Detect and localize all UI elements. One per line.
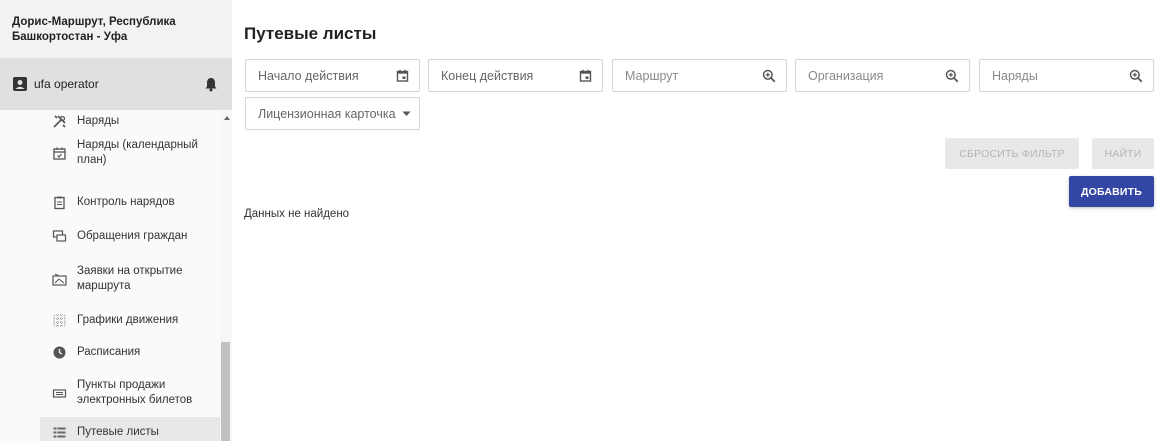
route-field[interactable]: Маршрут	[612, 59, 787, 92]
orders-field[interactable]: Наряды	[979, 59, 1154, 92]
zoom-in-icon[interactable]	[762, 69, 776, 83]
account-box-icon	[13, 77, 27, 91]
clock-icon	[52, 345, 67, 360]
organization-label: Организация	[808, 68, 884, 83]
sidebar: Дорис-Маршрут, Республика Башкортостан -…	[0, 0, 232, 441]
add-button[interactable]: ДОБАВИТЬ	[1069, 176, 1154, 207]
zoom-in-icon[interactable]	[1129, 69, 1143, 83]
sidebar-item-orders[interactable]: Наряды	[40, 110, 220, 132]
list-icon	[52, 425, 67, 440]
license-card-label: Лицензионная карточка	[258, 106, 396, 121]
sidebar-item-timetables[interactable]: Расписания	[40, 342, 220, 362]
user-bar[interactable]: ufa operator	[0, 58, 232, 110]
zoom-in-icon[interactable]	[945, 69, 959, 83]
user-name: ufa operator	[34, 77, 99, 91]
tools-icon	[52, 114, 67, 129]
sidebar-item-label: Пункты продажи электронных билетов	[77, 379, 193, 406]
start-date-field[interactable]: Начало действия	[245, 59, 420, 92]
organization-field[interactable]: Организация	[795, 59, 970, 92]
reset-filter-button[interactable]: СБРОСИТЬ ФИЛЬТР	[945, 138, 1079, 169]
page-title: Путевые листы	[244, 24, 377, 43]
sidebar-item-label: Заявки на открытие маршрута	[77, 265, 183, 292]
sidebar-item-label: Наряды	[77, 114, 120, 127]
sidebar-item-appeals[interactable]: Обращения граждан	[40, 226, 220, 246]
sidebar-item-label: Обращения граждан	[77, 229, 188, 242]
empty-state-text: Данных не найдено	[244, 208, 350, 220]
sidebar-item-label: Расписания	[77, 345, 141, 358]
sidebar-item-ticket-points[interactable]: Пункты продажи электронных билетов	[40, 376, 220, 410]
calendar-icon[interactable]	[395, 69, 409, 83]
sidebar-menu: Наряды Наряды (календарный план) Контрол…	[0, 110, 232, 441]
start-date-label: Начало действия	[258, 68, 359, 83]
find-button[interactable]: НАЙТИ	[1092, 138, 1154, 169]
ticket-icon	[52, 386, 67, 401]
chat-icon	[52, 229, 67, 244]
sidebar-item-orders-control[interactable]: Контроль нарядов	[40, 192, 220, 212]
end-date-label: Конец действия	[441, 68, 534, 83]
sidebar-item-label: Графики движения	[77, 313, 179, 326]
route-label: Маршрут	[625, 68, 679, 83]
calendar-check-icon	[52, 146, 67, 161]
sidebar-item-label: Путевые листы	[77, 425, 159, 438]
sidebar-item-waybills[interactable]: Путевые листы	[40, 417, 220, 441]
calendar-icon[interactable]	[578, 69, 592, 83]
caret-down-icon	[401, 107, 411, 121]
grid-icon	[52, 313, 67, 328]
sidebar-item-label: Наряды (календарный план)	[77, 139, 198, 166]
orders-label: Наряды	[992, 68, 1038, 83]
end-date-field[interactable]: Конец действия	[428, 59, 603, 92]
clipboard-icon	[52, 195, 67, 210]
sidebar-scroll-thumb[interactable]	[221, 342, 230, 441]
brand-title: Дорис-Маршрут, Республика Башкортостан -…	[0, 0, 232, 58]
license-card-select[interactable]: Лицензионная карточка	[245, 97, 420, 130]
scroll-up-arrow-icon[interactable]	[224, 116, 230, 120]
sidebar-item-orders-calendar[interactable]: Наряды (календарный план)	[40, 136, 220, 170]
sidebar-item-label: Контроль нарядов	[77, 195, 175, 208]
sidebar-item-schedules-grid[interactable]: Графики движения	[40, 310, 220, 330]
sidebar-item-route-requests[interactable]: Заявки на открытие маршрута	[40, 262, 220, 296]
bell-icon[interactable]	[204, 77, 218, 92]
route-request-icon	[52, 272, 67, 287]
